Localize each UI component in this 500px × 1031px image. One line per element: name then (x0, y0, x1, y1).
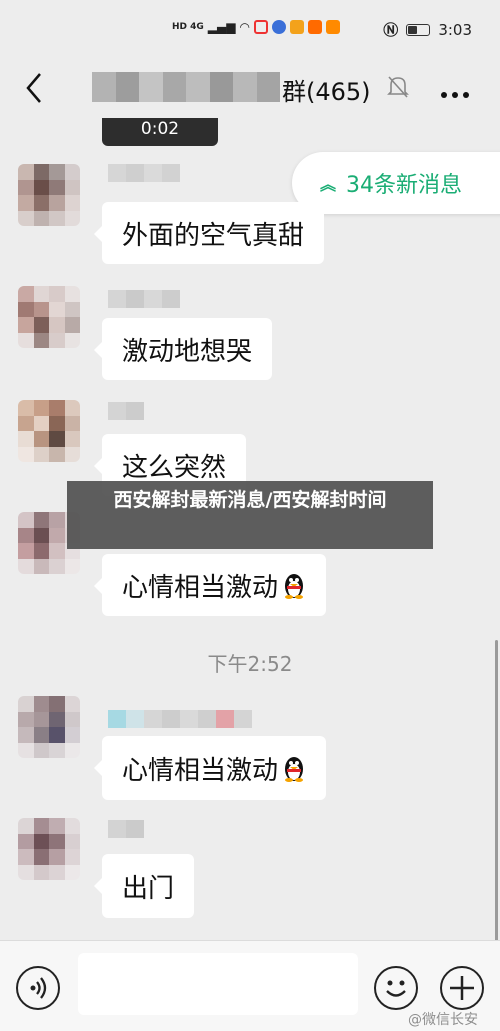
avatar[interactable] (18, 696, 80, 758)
qq-penguin-icon (282, 571, 306, 599)
clock: 3:03 (438, 20, 472, 39)
voice-icon (30, 977, 47, 999)
app-icon-orange (325, 20, 340, 34)
message-text: 出门 (122, 873, 175, 904)
voice-button[interactable] (16, 966, 60, 1010)
app-icon-taobao (307, 20, 322, 34)
avatar[interactable] (18, 164, 80, 226)
sender-name-blurred (108, 164, 180, 182)
group-name-blurred (92, 72, 280, 102)
message-text: 这么突然 (122, 452, 227, 483)
nfc-icon: Ⓝ (383, 21, 399, 39)
plus-button[interactable] (440, 966, 484, 1010)
status-bar: HD 4G ▂▄▆ ◠ Ⓝ 3:03 (0, 0, 500, 56)
message-text: 激动地想哭 (122, 336, 253, 367)
scrollbar[interactable] (495, 640, 498, 960)
message-text: 心情相当激动 (122, 572, 279, 603)
status-right: Ⓝ 3:03 (383, 19, 472, 40)
time-separator: 下午2:52 (207, 652, 293, 676)
emoji-button[interactable] (374, 966, 418, 1010)
video-message-duration[interactable]: 0:02 (102, 118, 218, 146)
sender-name-blurred (108, 290, 180, 308)
message-text: 外面的空气真甜 (122, 220, 305, 251)
ellipsis-icon (441, 92, 469, 98)
avatar[interactable] (18, 400, 80, 462)
headline-text: 西安解封最新消息/西安解封时间 (113, 489, 387, 511)
avatar[interactable] (18, 818, 80, 880)
message-bubble[interactable]: 心情相当激动 (93, 736, 327, 800)
bell-muted-icon (386, 74, 410, 100)
watermark: @微信长安 (408, 1012, 478, 1028)
sender-name-blurred (108, 710, 252, 728)
page-title: 群(465) (282, 78, 371, 106)
message-input[interactable] (78, 953, 358, 1015)
signal-icon: ▂▄▆ (207, 20, 236, 34)
new-messages-label: 34条新消息 (346, 173, 463, 198)
smiley-icon (386, 980, 406, 997)
plus-icon (450, 976, 474, 1000)
back-button[interactable] (20, 70, 50, 106)
avatar[interactable] (18, 286, 80, 348)
message-bubble[interactable]: 外面的空气真甜 (93, 202, 325, 264)
app-icon-weibo (289, 20, 304, 34)
chevron-left-icon (26, 73, 41, 103)
battery-icon (406, 23, 431, 36)
app-icon-blue (271, 20, 286, 34)
sender-name-blurred (108, 820, 144, 838)
more-button[interactable] (440, 84, 470, 98)
headline-overlay: 西安解封最新消息/西安解封时间 (67, 481, 433, 549)
input-bar: @微信长安 (0, 940, 500, 1031)
message-bubble[interactable]: 出门 (93, 854, 195, 918)
double-chevron-up-icon: ︽ (320, 175, 337, 194)
sender-name-blurred (108, 402, 144, 420)
network-label: HD 4G (172, 22, 204, 32)
wifi-icon: ◠ (239, 20, 250, 34)
message-bubble[interactable]: 激动地想哭 (93, 318, 273, 380)
message-bubble[interactable]: 心情相当激动 (93, 554, 327, 616)
status-icons: HD 4G ▂▄▆ ◠ (172, 20, 340, 34)
qq-penguin-icon (282, 754, 306, 782)
message-text: 心情相当激动 (122, 755, 279, 786)
app-icon-red (253, 20, 268, 34)
